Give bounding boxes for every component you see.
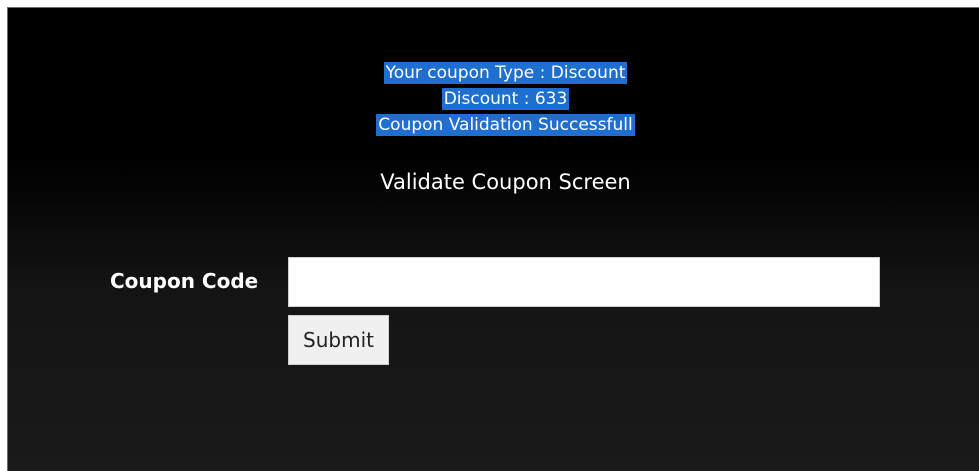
discount-line: Discount : 633 — [8, 86, 979, 112]
coupon-code-label: Coupon Code — [110, 269, 259, 293]
coupon-type-text: Your coupon Type : Discount — [383, 62, 628, 84]
validate-coupon-panel: Your coupon Type : Discount Discount : 6… — [7, 7, 979, 471]
page-title: Validate Coupon Screen — [380, 170, 631, 194]
validation-status-text: Coupon Validation Successfull — [376, 114, 635, 136]
submit-button[interactable]: Submit — [288, 315, 389, 365]
status-line: Coupon Validation Successfull — [8, 112, 979, 138]
discount-text: Discount : 633 — [441, 88, 570, 110]
page-frame: Your coupon Type : Discount Discount : 6… — [0, 0, 979, 471]
coupon-code-input[interactable] — [288, 257, 880, 307]
validation-messages: Your coupon Type : Discount Discount : 6… — [8, 60, 979, 138]
coupon-type-line: Your coupon Type : Discount — [8, 60, 979, 86]
